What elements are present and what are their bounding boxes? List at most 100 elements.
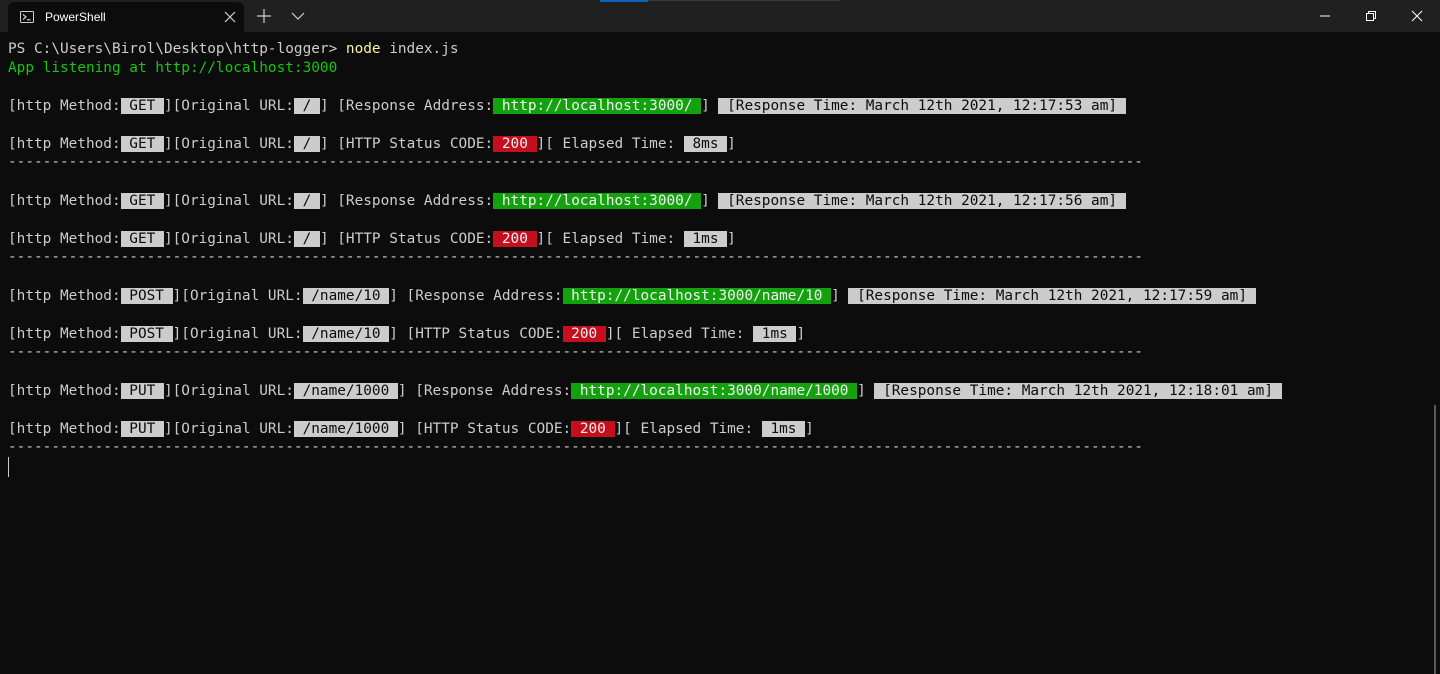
method-value: GET <box>120 98 164 114</box>
url-value: /name/1000 <box>293 383 398 399</box>
tab-powershell[interactable]: PowerShell <box>8 2 244 32</box>
status-value: 200 <box>571 421 615 437</box>
bracket-close: ] <box>727 231 736 247</box>
address-label: ] [Response Address: <box>397 383 572 399</box>
title-accent <box>600 0 648 2</box>
separator-line: ----------------------------------------… <box>8 154 1143 170</box>
bracket-close: ] <box>796 326 806 342</box>
status-value: 200 <box>493 231 537 247</box>
method-label: [http Method: <box>8 193 121 209</box>
elapsed-label: ][ Elapsed Time: <box>605 326 754 342</box>
status-label: ] [HTTP Status CODE: <box>397 421 572 437</box>
url-label: ][Original URL: <box>172 326 303 342</box>
url-label: ][Original URL: <box>163 421 294 437</box>
title-bar[interactable]: PowerShell <box>0 0 1440 32</box>
minimize-icon[interactable] <box>1302 0 1348 32</box>
command-line: PS C:\Users\Birol\Desktop\http-logger> n… <box>8 40 459 59</box>
elapsed-value: 1ms <box>683 231 728 247</box>
url-value: /name/10 <box>302 288 390 304</box>
separator-line: ----------------------------------------… <box>8 344 1143 360</box>
url-value: / <box>293 136 320 152</box>
method-value: POST <box>120 288 173 304</box>
method-label: [http Method: <box>8 288 121 304</box>
method-value: GET <box>120 231 164 247</box>
title-accent-line <box>648 0 840 1</box>
log-response-line: [http Method: GET ][Original URL: / ] [R… <box>8 192 1126 211</box>
method-value: PUT <box>120 421 164 437</box>
terminal-output[interactable]: PS C:\Users\Birol\Desktop\http-logger> n… <box>0 32 1440 674</box>
powershell-icon <box>20 10 34 24</box>
status-label: ] [HTTP Status CODE: <box>319 136 494 152</box>
separator-line: ----------------------------------------… <box>8 439 1143 455</box>
method-label: [http Method: <box>8 136 121 152</box>
elapsed-value: 1ms <box>753 326 797 342</box>
method-label: [http Method: <box>8 98 121 114</box>
status-label: ] [HTTP Status CODE: <box>389 326 563 342</box>
method-value: POST <box>120 326 173 342</box>
log-status-line: [http Method: PUT ][Original URL: /name/… <box>8 420 814 439</box>
response-time: [Response Time: March 12th 2021, 12:17:5… <box>718 98 1126 114</box>
url-value: / <box>293 98 320 114</box>
method-label: [http Method: <box>8 231 121 247</box>
listening-message: App listening at http://localhost:3000 <box>8 60 338 76</box>
elapsed-value: 1ms <box>761 421 806 437</box>
method-value: GET <box>120 193 164 209</box>
address-label: ] [Response Address: <box>319 193 494 209</box>
response-time: [Response Time: March 12th 2021, 12:17:5… <box>848 288 1256 304</box>
url-label: ][Original URL: <box>163 136 294 152</box>
url-label: ][Original URL: <box>163 383 294 399</box>
maximize-icon[interactable] <box>1348 0 1394 32</box>
scrollbar[interactable] <box>1434 405 1436 674</box>
method-label: [http Method: <box>8 421 121 437</box>
bracket-close: ] <box>857 383 875 399</box>
method-value: PUT <box>120 383 164 399</box>
log-response-line: [http Method: PUT ][Original URL: /name/… <box>8 382 1282 401</box>
tab-close-icon[interactable] <box>223 10 237 24</box>
address-value: http://localhost:3000/ <box>493 193 702 209</box>
chevron-down-icon[interactable] <box>284 6 312 26</box>
url-label: ][Original URL: <box>163 231 294 247</box>
bracket-close: ] <box>831 288 849 304</box>
command-args: index.js <box>380 41 459 57</box>
text-cursor <box>8 457 9 477</box>
method-value: GET <box>120 136 164 152</box>
elapsed-value: 8ms <box>683 136 728 152</box>
address-label: ] [Response Address: <box>389 288 563 304</box>
command-name: node <box>345 41 381 57</box>
terminal-window: PowerShell PS C:\Users\Birol\Desktop\htt… <box>0 0 1440 674</box>
elapsed-label: ][ Elapsed Time: <box>536 231 684 247</box>
response-time: [Response Time: March 12th 2021, 12:17:5… <box>718 193 1126 209</box>
prompt-path: PS C:\Users\Birol\Desktop\http-logger> <box>8 41 346 57</box>
url-value: /name/10 <box>302 326 390 342</box>
bracket-close: ] <box>701 98 719 114</box>
method-label: [http Method: <box>8 326 121 342</box>
close-icon[interactable] <box>1394 0 1440 32</box>
log-status-line: [http Method: GET ][Original URL: / ] [H… <box>8 230 736 249</box>
log-response-line: [http Method: POST ][Original URL: /name… <box>8 287 1256 306</box>
method-label: [http Method: <box>8 383 121 399</box>
address-value: http://localhost:3000/name/10 <box>562 288 832 304</box>
bracket-close: ] <box>701 193 719 209</box>
response-time: [Response Time: March 12th 2021, 12:18:0… <box>874 383 1282 399</box>
log-status-line: [http Method: POST ][Original URL: /name… <box>8 325 805 344</box>
elapsed-label: ][ Elapsed Time: <box>614 421 762 437</box>
address-label: ] [Response Address: <box>319 98 494 114</box>
bracket-close: ] <box>805 421 814 437</box>
url-label: ][Original URL: <box>163 193 294 209</box>
url-value: / <box>293 231 320 247</box>
separator-line: ----------------------------------------… <box>8 249 1143 265</box>
elapsed-label: ][ Elapsed Time: <box>536 136 684 152</box>
tab-title: PowerShell <box>45 10 106 24</box>
log-status-line: [http Method: GET ][Original URL: / ] [H… <box>8 135 736 154</box>
address-value: http://localhost:3000/name/1000 <box>571 383 858 399</box>
address-value: http://localhost:3000/ <box>493 98 702 114</box>
log-response-line: [http Method: GET ][Original URL: / ] [R… <box>8 97 1126 116</box>
status-value: 200 <box>493 136 537 152</box>
new-tab-plus-icon[interactable] <box>250 6 278 26</box>
bracket-close: ] <box>727 136 736 152</box>
url-value: /name/1000 <box>293 421 398 437</box>
status-value: 200 <box>562 326 606 342</box>
url-value: / <box>293 193 320 209</box>
url-label: ][Original URL: <box>163 98 294 114</box>
url-label: ][Original URL: <box>172 288 303 304</box>
